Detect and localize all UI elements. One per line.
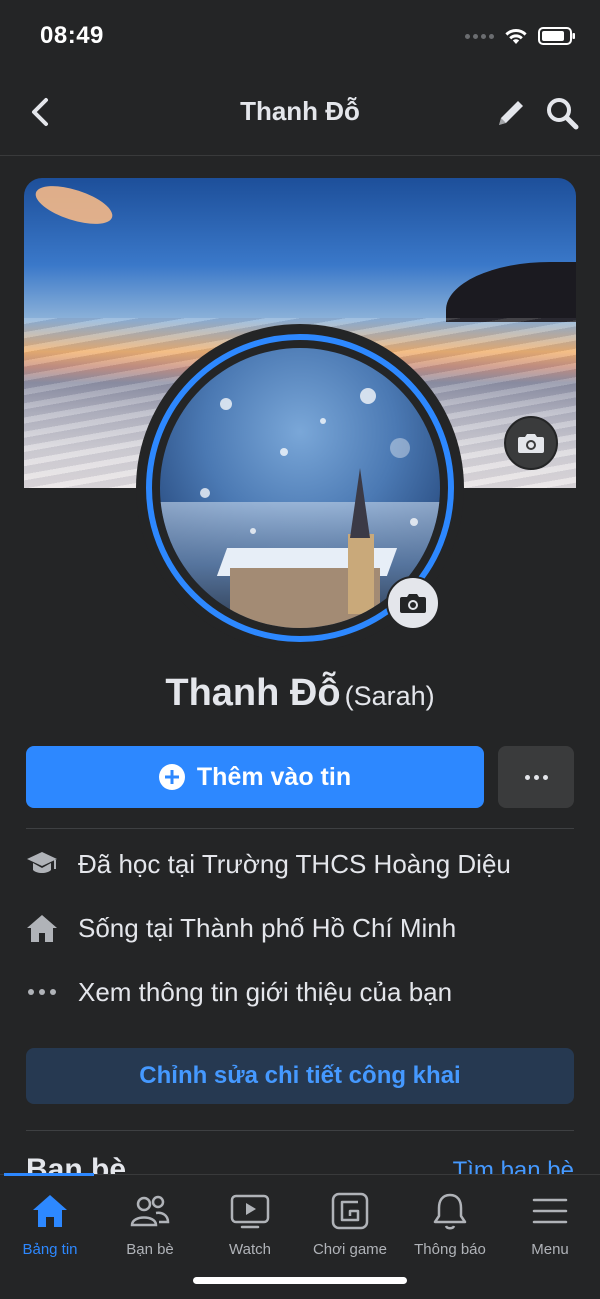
tab-watch[interactable]: Watch <box>200 1189 300 1269</box>
tab-menu[interactable]: Menu <box>500 1189 600 1269</box>
info-about-link[interactable]: Xem thông tin giới thiệu của bạn <box>24 970 584 1014</box>
city-link[interactable]: Thành phố Hồ Chí Minh <box>180 913 456 943</box>
house-icon <box>24 910 60 946</box>
wifi-icon <box>505 29 527 44</box>
divider <box>26 1130 574 1131</box>
tab-friends[interactable]: Bạn bè <box>100 1189 200 1269</box>
bell-icon <box>428 1189 472 1233</box>
more-options-button[interactable] <box>498 746 574 808</box>
status-icons <box>465 26 576 46</box>
edit-cover-button[interactable] <box>504 416 558 470</box>
info-education: Đã học tại Trường THCS Hoàng Diệu <box>24 842 584 886</box>
edit-profile-button[interactable] <box>492 94 530 132</box>
edit-public-details-button[interactable]: Chỉnh sửa chi tiết công khai <box>26 1048 574 1104</box>
tab-gaming[interactable]: Chơi game <box>300 1189 400 1269</box>
info-lives-text: Sống tại Thành phố Hồ Chí Minh <box>78 912 457 943</box>
gaming-icon <box>328 1189 372 1233</box>
profile-name-row: Thanh Đỗ (Sarah) <box>0 672 600 715</box>
search-button[interactable] <box>542 94 582 132</box>
find-friends-link[interactable]: Tìm bạn bè <box>453 1156 574 1174</box>
profile-nickname: (Sarah) <box>344 681 435 711</box>
plus-circle-icon <box>158 764 185 790</box>
friends-icon <box>128 1189 172 1233</box>
profile-name: Thanh Đỗ <box>165 672 341 714</box>
tab-home[interactable]: Bảng tin <box>0 1189 100 1269</box>
battery-icon <box>538 27 575 45</box>
active-tab-indicator <box>4 1173 94 1176</box>
home-indicator <box>193 1277 407 1284</box>
top-navigation: Thanh Đỗ <box>0 72 600 156</box>
edit-avatar-button[interactable] <box>386 576 440 630</box>
more-dots-icon <box>24 974 60 1010</box>
pencil-icon <box>499 101 523 125</box>
home-icon <box>28 1189 72 1233</box>
info-lives: Sống tại Thành phố Hồ Chí Minh <box>24 906 584 950</box>
status-bar: 08:49 <box>0 0 600 72</box>
school-link[interactable]: Trường THCS Hoàng Diệu <box>202 849 511 879</box>
watch-icon <box>228 1189 272 1233</box>
signal-icon <box>465 33 494 39</box>
camera-icon <box>518 434 544 453</box>
add-to-story-label: Thêm vào tin <box>196 762 352 791</box>
tab-notifications[interactable]: Thông báo <box>400 1189 500 1269</box>
about-link-text: Xem thông tin giới thiệu của bạn <box>78 976 453 1007</box>
camera-icon <box>400 594 426 613</box>
info-education-text: Đã học tại Trường THCS Hoàng Diệu <box>78 848 511 879</box>
menu-icon <box>528 1189 572 1233</box>
status-time: 08:49 <box>40 22 104 49</box>
friends-heading: Bạn bè <box>26 1153 127 1174</box>
divider <box>26 828 574 829</box>
add-to-story-button[interactable]: Thêm vào tin <box>26 746 484 808</box>
search-icon <box>547 98 579 130</box>
graduation-cap-icon <box>24 846 60 882</box>
